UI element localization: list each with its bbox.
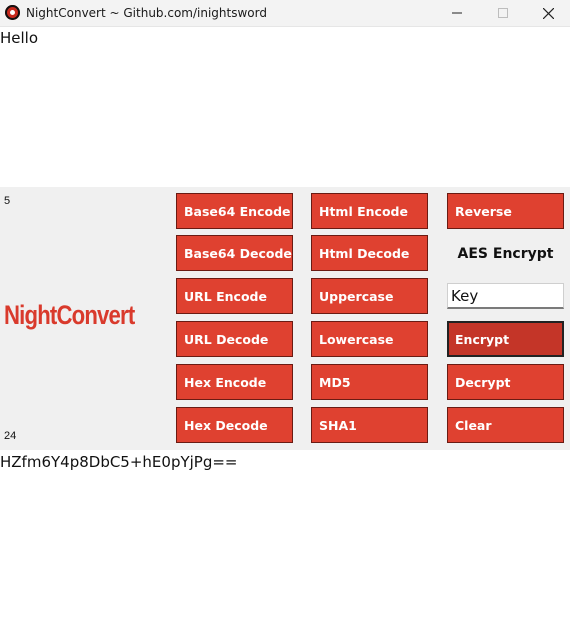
html-encode-button[interactable]: Html Encode [311,193,428,229]
app-logo: NightConvert [4,300,135,330]
maximize-button[interactable] [480,0,526,26]
base64-decode-button[interactable]: Base64 Decode [176,235,293,271]
input-textarea[interactable]: Hello [0,27,570,189]
reverse-button[interactable]: Reverse [447,193,564,229]
clear-button[interactable]: Clear [447,407,564,443]
output-char-count: 24 [4,430,17,442]
lowercase-button[interactable]: Lowercase [311,321,428,357]
aes-key-input[interactable] [447,283,564,309]
close-button[interactable] [525,0,570,26]
md5-button[interactable]: MD5 [311,364,428,400]
control-panel: 5 NightConvert 24 Base64 Encode Base64 D… [0,187,570,450]
window-title: NightConvert ~ Github.com/inightsword [26,6,267,20]
maximize-icon [498,8,508,18]
hex-encode-button[interactable]: Hex Encode [176,364,293,400]
decrypt-button[interactable]: Decrypt [447,364,564,400]
encrypt-button[interactable]: Encrypt [447,321,564,357]
output-textarea[interactable]: HZfm6Y4p8DbC5+hE0pYjPg== [0,450,570,638]
aes-encrypt-label: AES Encrypt [457,246,554,262]
input-char-count: 5 [4,195,11,207]
html-decode-button[interactable]: Html Decode [311,235,428,271]
hex-decode-button[interactable]: Hex Decode [176,407,293,443]
minimize-icon [452,12,462,14]
title-bar: NightConvert ~ Github.com/inightsword [0,0,570,27]
uppercase-button[interactable]: Uppercase [311,278,428,314]
minimize-button[interactable] [434,0,480,26]
close-icon [542,7,554,19]
url-decode-button[interactable]: URL Decode [176,321,293,357]
sha1-button[interactable]: SHA1 [311,407,428,443]
url-encode-button[interactable]: URL Encode [176,278,293,314]
app-icon [5,5,20,20]
base64-encode-button[interactable]: Base64 Encode [176,193,293,229]
